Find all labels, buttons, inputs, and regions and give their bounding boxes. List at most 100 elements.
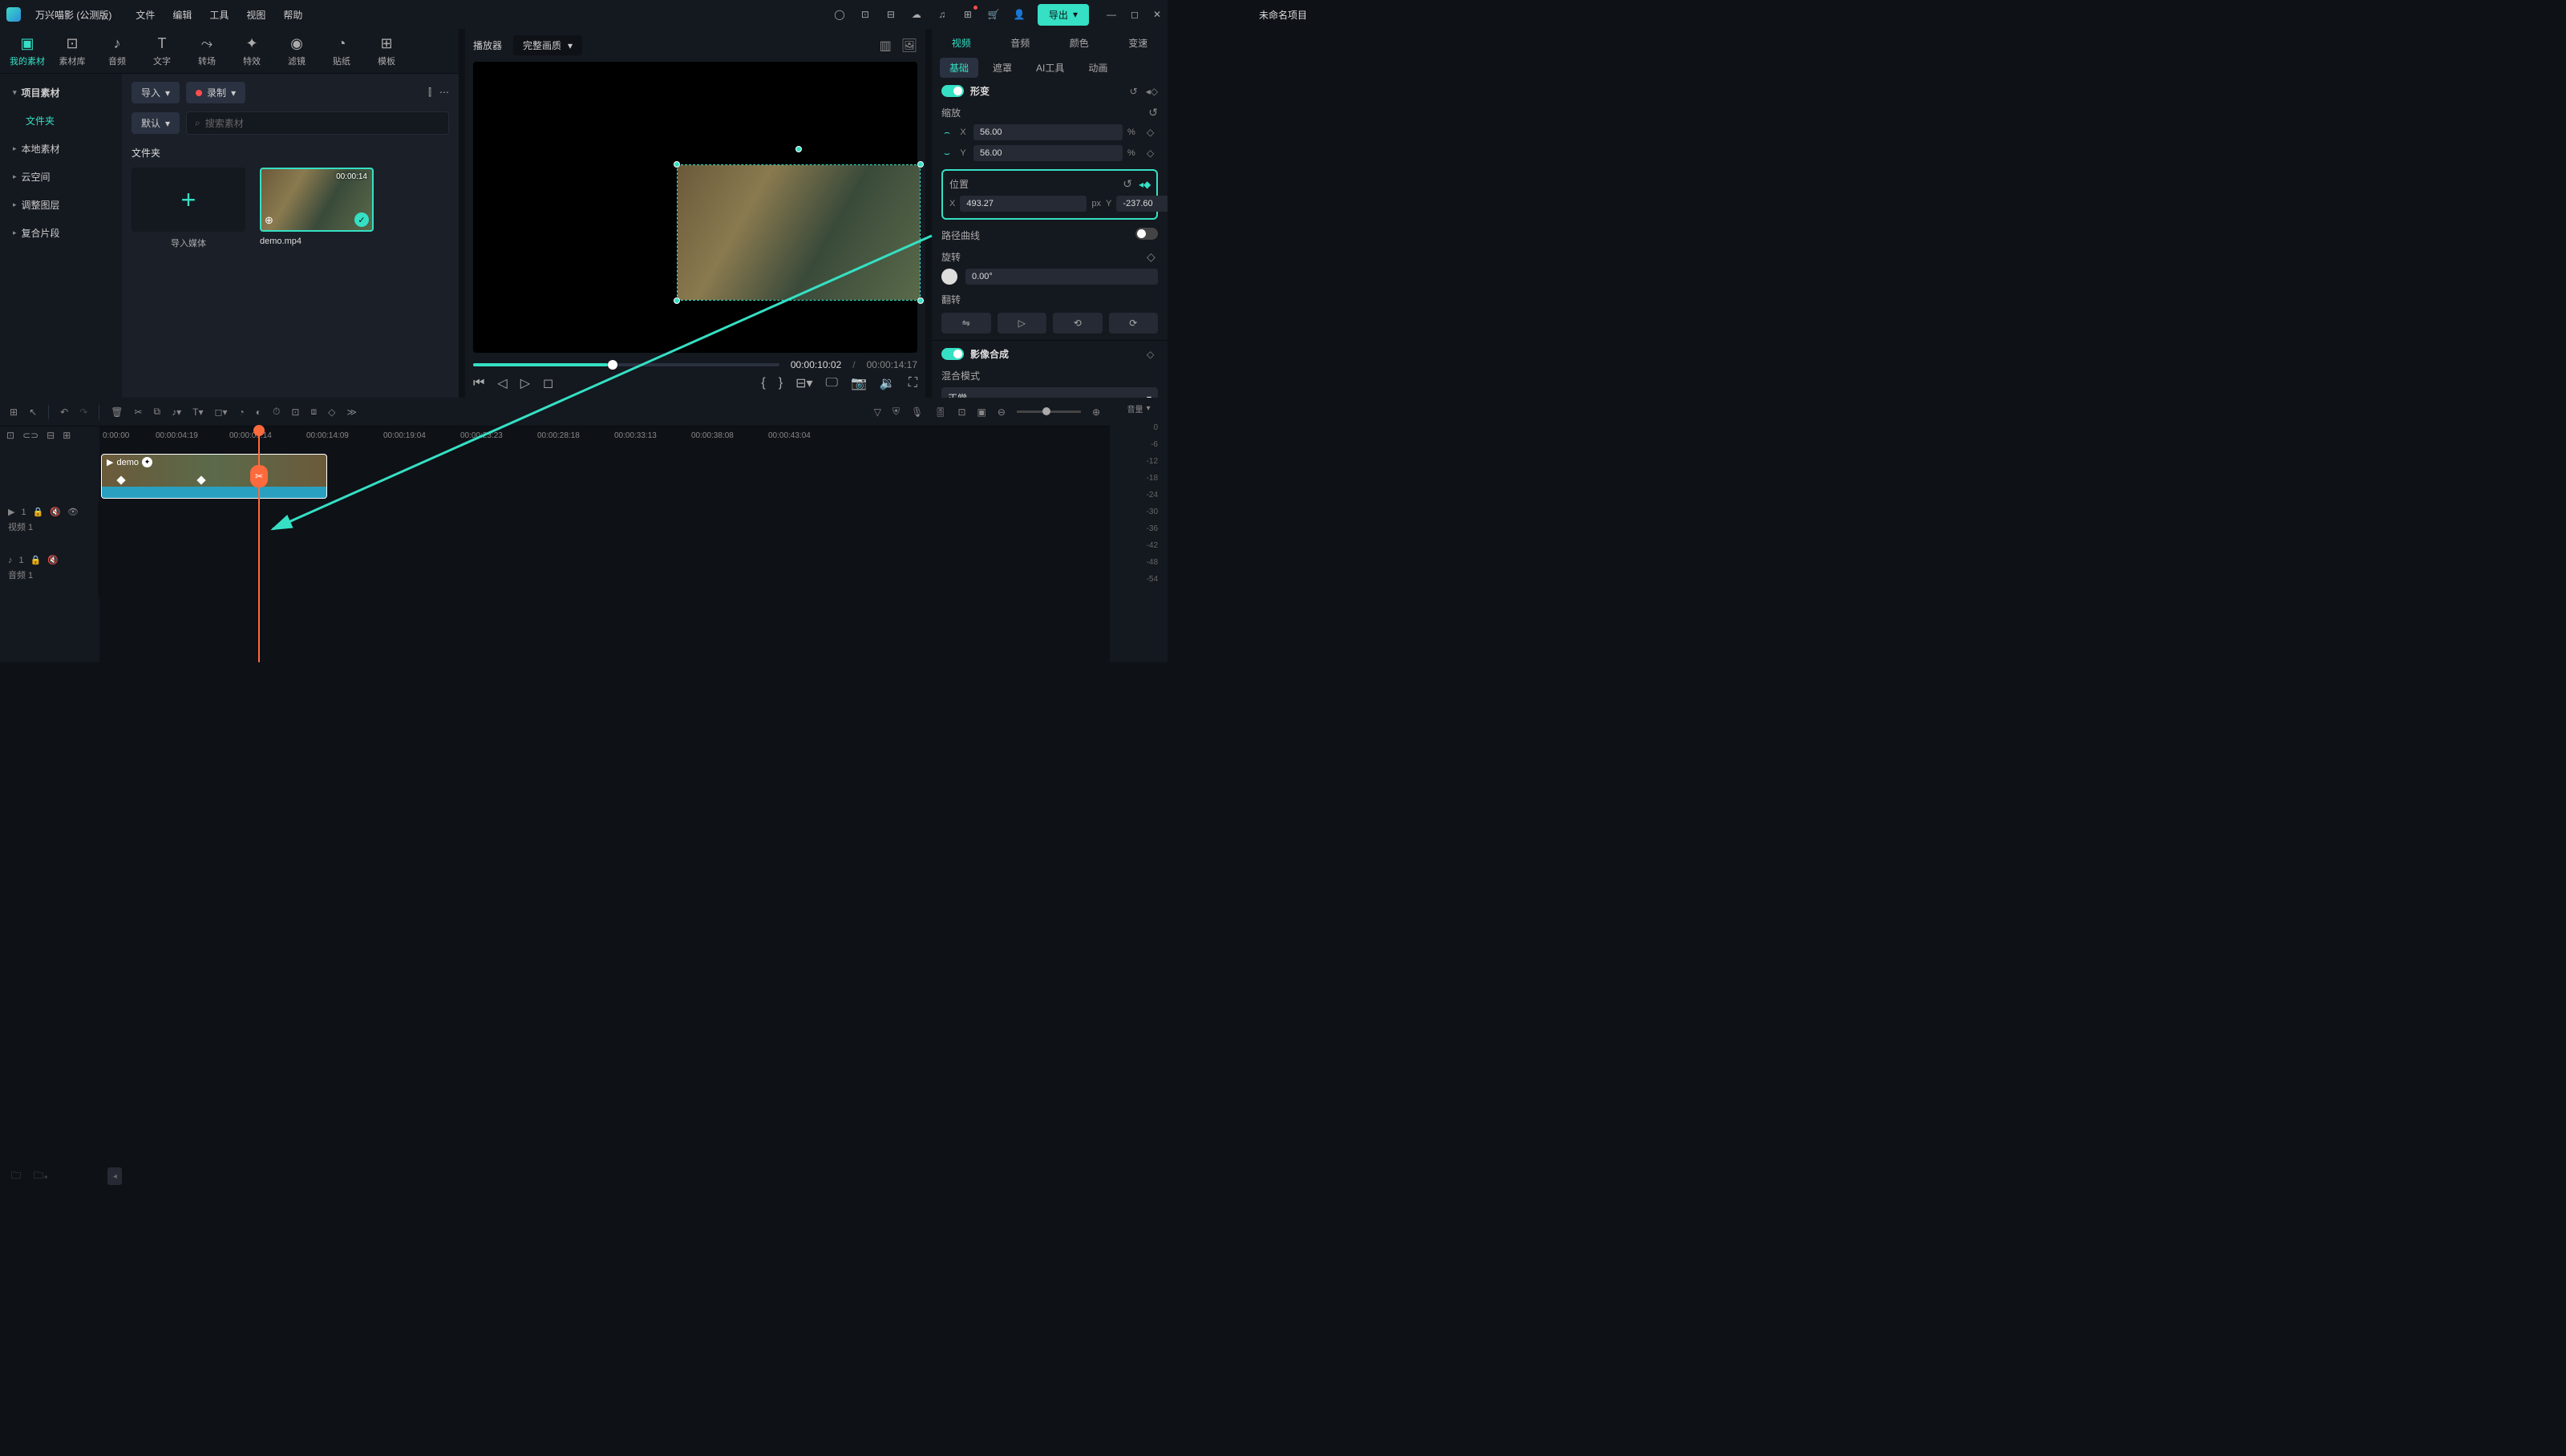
menu-tools[interactable]: 工具 [209,8,229,22]
rotation-knob[interactable] [941,269,957,285]
tab-transition[interactable]: ⤳转场 [184,29,229,73]
undo-button[interactable]: ↶ [60,406,68,418]
keyframe-tool-icon[interactable]: ◇ [328,406,335,418]
speed-tool-icon[interactable]: ◔ [239,406,245,418]
menu-edit[interactable]: 编辑 [172,8,192,22]
color-tool-icon[interactable]: ◐ [256,406,261,418]
zoom-slider[interactable] [1017,411,1081,413]
user-icon[interactable]: 👤 [1012,7,1026,22]
select-tool-icon[interactable]: ⊞ [10,406,18,418]
record-button[interactable]: 录制▾ [186,82,245,103]
lock-icon[interactable]: 🔒 [33,507,44,517]
lock-icon[interactable]: 🔒 [30,555,42,565]
rotate-cw-button[interactable]: ⟳ [1109,313,1159,334]
add-to-timeline-icon[interactable]: ⊕ [265,214,273,227]
search-input[interactable]: ⌕搜索素材 [186,111,449,135]
link-scale-icon[interactable]: ⌢ [941,127,953,139]
sidebar-project-media[interactable]: ▾项目素材 [0,79,122,107]
quality-dropdown[interactable]: 完整画质▾ [513,35,582,55]
sidebar-adjust-layer[interactable]: ▸调整图层 [0,191,122,219]
zoom-out-icon[interactable]: ⊖ [998,406,1006,418]
more-icon[interactable]: ⋯ [439,87,449,99]
split-button[interactable]: ✂ [250,465,268,487]
reset-transform-icon[interactable]: ↺ [1130,86,1138,97]
transform-toggle[interactable] [941,85,964,97]
mute-icon[interactable]: 🔇 [50,507,61,517]
redo-button[interactable]: ↷ [79,406,87,418]
tab-templates[interactable]: ⊞模板 [364,29,409,73]
keyframe-composite-icon[interactable]: ◇ [1147,349,1158,360]
bracket-in-icon[interactable]: { [761,376,765,390]
menu-help[interactable]: 帮助 [283,8,302,22]
rotate-ccw-button[interactable]: ⟲ [1053,313,1103,334]
visible-icon[interactable]: 👁 [67,507,79,517]
subtab-anim[interactable]: 动画 [1079,58,1117,78]
sidebar-compound[interactable]: ▸复合片段 [0,219,122,247]
composite-toggle[interactable] [941,348,964,360]
bracket-out-icon[interactable]: } [779,376,783,390]
pip-icon[interactable]: ⊡ [957,406,965,418]
mixer-icon[interactable]: 🎚 [934,406,946,418]
record-icon[interactable]: ◯ [832,7,847,22]
reset-scale-icon[interactable]: ↺ [1148,106,1158,119]
timeline-clip[interactable]: ▶demo✦ [101,454,327,499]
handle-tl[interactable] [674,161,680,168]
tl-icon4[interactable]: ⊞ [63,430,71,441]
import-button[interactable]: 导入▾ [132,82,180,103]
tab-stock[interactable]: ⊡素材库 [50,29,95,73]
subtab-basic[interactable]: 基础 [940,58,978,78]
more-tools-icon[interactable]: ≫ [346,406,357,418]
prev-frame-button[interactable]: ⏮ [473,376,484,390]
playhead[interactable]: ✂ [258,427,260,662]
tl-icon1[interactable]: ⊡ [6,430,14,441]
position-x-input[interactable] [960,196,1087,212]
crop-button[interactable]: ⧉ [154,406,161,418]
new-folder-icon[interactable]: 🗀₊ [34,1168,48,1185]
display-icon[interactable]: ⊡ [858,7,872,22]
tab-text[interactable]: T文字 [140,29,184,73]
position-y-input[interactable] [1116,196,1168,212]
tab-audio-props[interactable]: 音频 [991,29,1050,58]
group-tool-icon[interactable]: ⧈ [310,406,317,418]
video-track-head[interactable]: ▶1🔒🔇👁 视频 1 [0,502,99,550]
headphones-icon[interactable]: ♫ [935,7,949,22]
zoom-in-icon[interactable]: ⊕ [1092,406,1100,418]
volume-icon[interactable]: 🔉 [880,375,896,391]
subtab-mask[interactable]: 遮罩 [983,58,1022,78]
blend-mode-select[interactable]: 正常▾ [941,387,1158,398]
tab-effects[interactable]: ✦特效 [229,29,274,73]
tab-my-media[interactable]: ▣我的素材 [5,29,50,73]
export-button[interactable]: 导出▾ [1038,4,1089,26]
audio-button[interactable]: ♪▾ [172,406,181,418]
mic-icon[interactable]: 🎙 [911,406,923,418]
tab-video[interactable]: 视频 [932,29,991,58]
collapse-sidebar-button[interactable]: ◂ [107,1167,122,1185]
lock-scale-icon[interactable]: ⌣ [941,148,953,160]
transform-box[interactable] [677,164,921,301]
close-button[interactable]: ✕ [1153,9,1161,20]
play-button[interactable]: ▷ [520,375,530,391]
handle-tr[interactable] [917,161,924,168]
handle-br[interactable] [917,297,924,304]
stop-button[interactable]: ◻ [543,375,553,391]
minimize-button[interactable]: — [1107,9,1116,20]
sidebar-cloud[interactable]: ▸云空间 [0,163,122,191]
text-tool-icon[interactable]: T▾ [192,406,203,418]
ratio-icon[interactable]: ⊟▾ [795,375,812,391]
track-area[interactable]: 0:00:00 00:00:04:19 00:00:09:14 00:00:14… [99,427,1110,662]
import-media-card[interactable]: + 导入媒体 [132,168,245,249]
tab-stickers[interactable]: ◔贴纸 [319,29,364,73]
step-back-button[interactable]: ◁ [497,375,507,391]
keyframe-transform-icon[interactable]: ◂◇ [1146,86,1158,97]
reset-position-icon[interactable]: ↺ [1123,177,1132,191]
rotation-input[interactable] [965,269,1158,285]
playback-progress[interactable] [473,363,779,366]
shield-icon[interactable]: ⛨ [892,406,900,418]
monitor-icon[interactable]: 🖵 [826,376,838,390]
keyframe-scale-y-icon[interactable]: ◇ [1147,148,1158,159]
media-clip-card[interactable]: 00:00:14 ⊕ ✓ demo.mp4 [260,168,374,249]
cart-icon[interactable]: 🛒 [986,7,1001,22]
save-icon[interactable]: ⊟ [884,7,898,22]
compare-icon[interactable]: ▥ [880,38,892,54]
chevron-down-icon[interactable]: ▾ [1146,404,1150,413]
